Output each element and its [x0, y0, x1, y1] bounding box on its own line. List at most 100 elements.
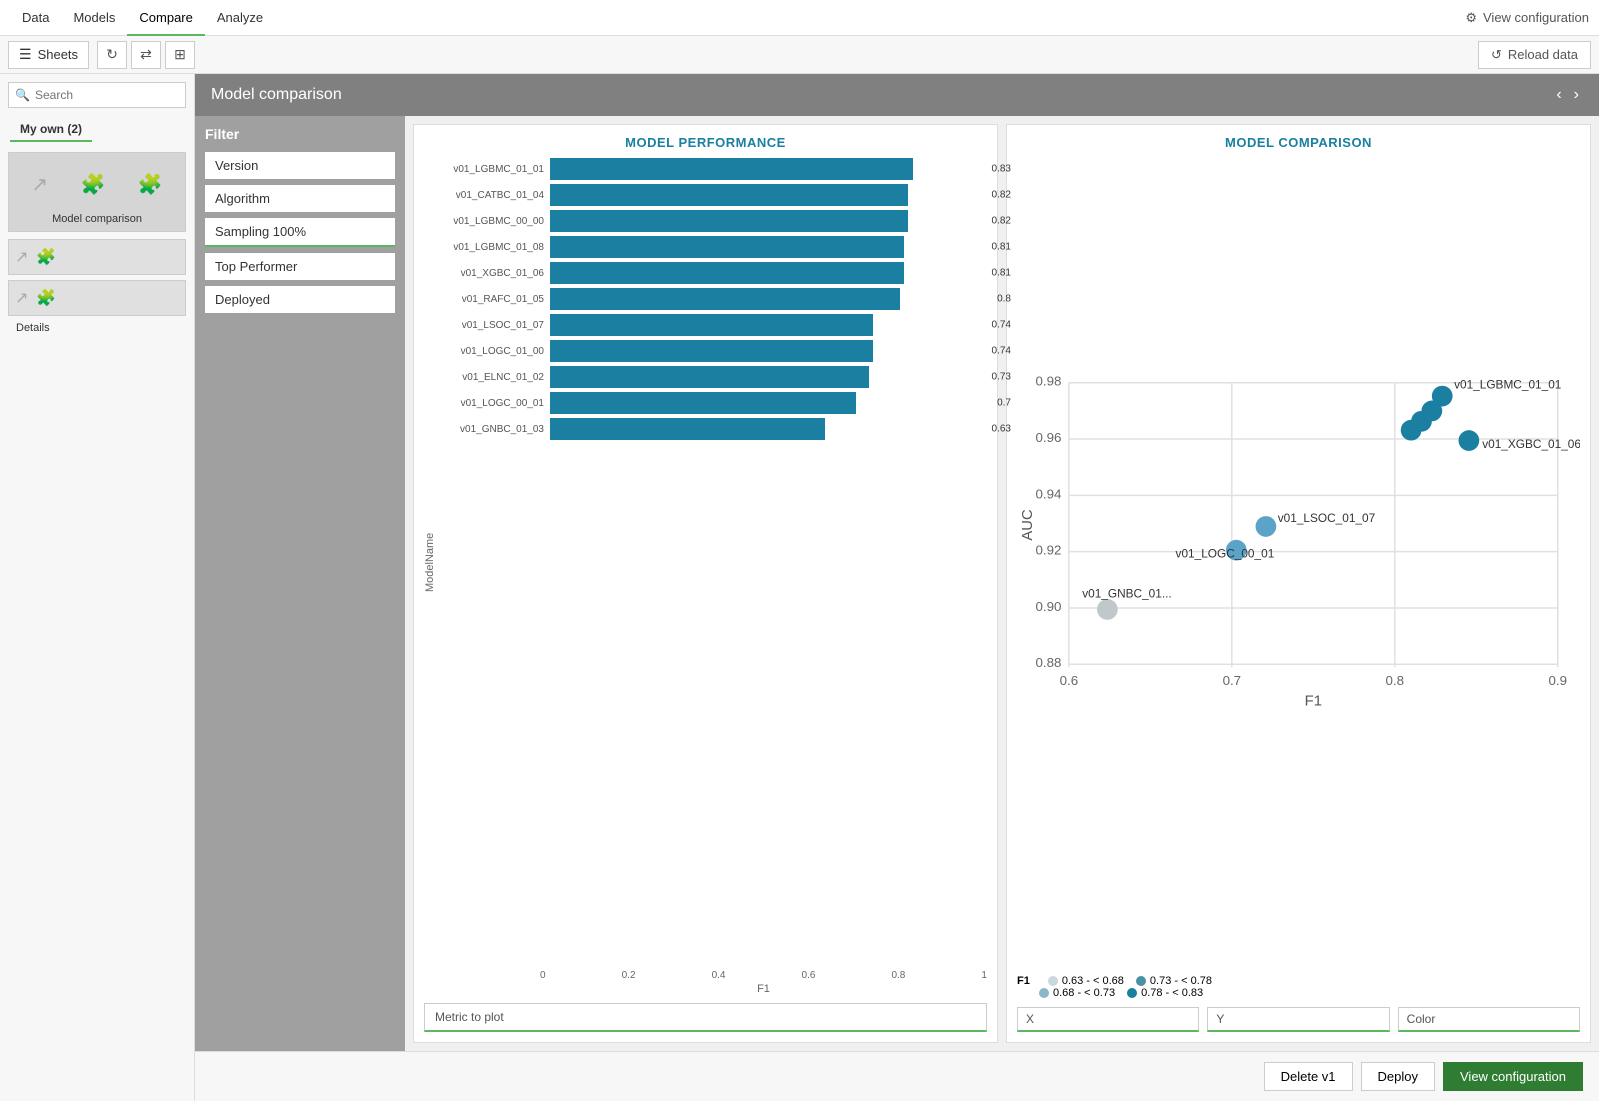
scatter-y-control[interactable]: Y — [1207, 1007, 1389, 1032]
sheets-button[interactable]: ☰ Sheets — [8, 41, 89, 69]
panel-area: Filter Version Algorithm Sampling 100% T… — [195, 116, 1599, 1051]
svg-text:0.6: 0.6 — [1060, 673, 1079, 688]
scatter-point-gnbc0103[interactable] — [1097, 599, 1118, 620]
view-config-nav[interactable]: ⚙ View configuration — [1465, 10, 1589, 26]
svg-text:v01_GNBC_01...: v01_GNBC_01... — [1082, 587, 1172, 601]
svg-text:0.92: 0.92 — [1035, 543, 1061, 558]
bar-container: 0.82 — [550, 184, 987, 206]
bar-container: 0.73 — [550, 366, 987, 388]
bar-value: 0.81 — [992, 242, 1011, 253]
legend-row: F1 0.63 - < 0.68 0.73 - < 0.78 — [1017, 975, 1580, 987]
delete-button[interactable]: Delete v1 — [1264, 1062, 1353, 1091]
svg-text:v01_XGBC_01_06: v01_XGBC_01_06 — [1482, 437, 1580, 451]
svg-text:0.9: 0.9 — [1549, 673, 1568, 688]
nav-data[interactable]: Data — [10, 0, 61, 36]
bar-row: v01_CATBC_01_04 0.82 — [440, 184, 987, 206]
legend-dot-2 — [1039, 988, 1049, 998]
bar[interactable] — [550, 366, 869, 388]
bar-container: 0.81 — [550, 262, 987, 284]
bar[interactable] — [550, 210, 908, 232]
bar-container: 0.63 — [550, 418, 987, 440]
bar[interactable] — [550, 184, 908, 206]
nav-compare[interactable]: Compare — [127, 0, 204, 36]
sheet-small-icon-puzzle-2: 🧩 — [36, 288, 56, 308]
nav-next[interactable]: › — [1570, 86, 1583, 104]
metric-to-plot[interactable]: Metric to plot — [424, 1003, 987, 1032]
svg-text:0.90: 0.90 — [1035, 599, 1061, 614]
bar[interactable] — [550, 418, 825, 440]
scatter-point-xgbc0106[interactable] — [1459, 430, 1480, 451]
x-tick: 0.4 — [712, 970, 726, 981]
y-axis-label: ModelName — [424, 158, 436, 966]
sheet-card-small-1[interactable]: ↗ 🧩 — [8, 239, 186, 275]
deploy-button[interactable]: Deploy — [1361, 1062, 1435, 1091]
x-axis-label: F1 — [424, 983, 987, 995]
toolbar-btn-3[interactable]: ⊞ — [165, 41, 195, 69]
scatter-color-control[interactable]: Color — [1398, 1007, 1580, 1032]
bar-row: v01_LGBMC_00_00 0.82 — [440, 210, 987, 232]
filter-algorithm[interactable]: Algorithm — [205, 185, 395, 212]
bar-value: 0.82 — [992, 216, 1011, 227]
bar[interactable] — [550, 158, 913, 180]
bar-row: v01_LOGC_01_00 0.74 — [440, 340, 987, 362]
svg-text:0.8: 0.8 — [1386, 673, 1405, 688]
bar-label: v01_LGBMC_01_08 — [440, 242, 550, 253]
toolbar: ☰ Sheets ↻ ⇄ ⊞ ↺ Reload data — [0, 36, 1599, 74]
bar-label: v01_XGBC_01_06 — [440, 268, 550, 279]
scatter-point-lgbmc0108[interactable] — [1401, 420, 1422, 441]
sidebar: 🔍 My own (2) ↗ 🧩 🧩 Model comparison ↗ 🧩 … — [0, 74, 195, 1101]
sheet-card-small-2[interactable]: ↗ 🧩 — [8, 280, 186, 316]
bar-chart-title: MODEL PERFORMANCE — [424, 135, 987, 150]
bar[interactable] — [550, 288, 900, 310]
legend-area: F1 0.63 - < 0.68 0.73 - < 0.78 — [1017, 975, 1580, 999]
scatter-svg: 0.98 0.96 0.94 0.92 0.90 0.88 — [1017, 158, 1580, 969]
filter-deployed[interactable]: Deployed — [205, 286, 395, 313]
bar-row: v01_LGBMC_01_08 0.81 — [440, 236, 987, 258]
legend-dot-4 — [1127, 988, 1137, 998]
toolbar-btn-1[interactable]: ↻ — [97, 41, 127, 69]
bar-label: v01_LGBMC_00_00 — [440, 216, 550, 227]
sheet-label: Model comparison — [15, 209, 179, 225]
search-input[interactable] — [8, 82, 186, 108]
page-header: Model comparison ‹ › — [195, 74, 1599, 116]
svg-text:AUC: AUC — [1020, 509, 1036, 541]
details-label: Details — [0, 322, 194, 334]
bar-value: 0.73 — [992, 372, 1011, 383]
bar[interactable] — [550, 314, 873, 336]
sheet-card-model-comparison[interactable]: ↗ 🧩 🧩 Model comparison — [8, 152, 186, 232]
legend-item-2: 0.68 - < 0.73 — [1039, 987, 1115, 999]
x-axis-ticks: 00.20.40.60.81 — [424, 970, 987, 981]
filter-sampling[interactable]: Sampling 100% — [205, 218, 395, 247]
scatter-point-lsoc0107[interactable] — [1256, 516, 1277, 537]
view-config-button[interactable]: View configuration — [1443, 1062, 1583, 1091]
bar[interactable] — [550, 340, 873, 362]
svg-text:0.96: 0.96 — [1035, 430, 1061, 445]
reload-button[interactable]: ↺ Reload data — [1478, 41, 1591, 69]
svg-text:0.88: 0.88 — [1035, 655, 1061, 670]
top-nav: Data Models Compare Analyze ⚙ View confi… — [0, 0, 1599, 36]
bar[interactable] — [550, 262, 904, 284]
sheet-icon-export: ↗ — [31, 172, 48, 197]
bar[interactable] — [550, 392, 856, 414]
filter-top-performer[interactable]: Top Performer — [205, 253, 395, 280]
bar[interactable] — [550, 236, 904, 258]
scatter-x-control[interactable]: X — [1017, 1007, 1199, 1032]
x-tick: 1 — [981, 970, 987, 981]
scatter-controls: X Y Color — [1017, 1007, 1580, 1032]
legend-item-3: 0.73 - < 0.78 — [1136, 975, 1212, 987]
sheet-icon-puzzle2: 🧩 — [138, 172, 163, 197]
sheet-icon-puzzle1: 🧩 — [80, 172, 105, 197]
toolbar-btn-2[interactable]: ⇄ — [131, 41, 161, 69]
bar-row: v01_GNBC_01_03 0.63 — [440, 418, 987, 440]
sheet-small-icon-puzzle: 🧩 — [36, 247, 56, 267]
filter-version[interactable]: Version — [205, 152, 395, 179]
filter-panel: Filter Version Algorithm Sampling 100% T… — [195, 116, 405, 1051]
sheet-small-icon-export-2: ↗ — [15, 288, 28, 308]
nav-analyze[interactable]: Analyze — [205, 0, 275, 36]
x-tick: 0.8 — [891, 970, 905, 981]
nav-models[interactable]: Models — [61, 0, 127, 36]
nav-prev[interactable]: ‹ — [1552, 86, 1565, 104]
bar-chart-card: MODEL PERFORMANCE ModelName v01_LGBMC_01… — [413, 124, 998, 1043]
bar-value: 0.8 — [997, 294, 1011, 305]
bar-label: v01_ELNC_01_02 — [440, 372, 550, 383]
